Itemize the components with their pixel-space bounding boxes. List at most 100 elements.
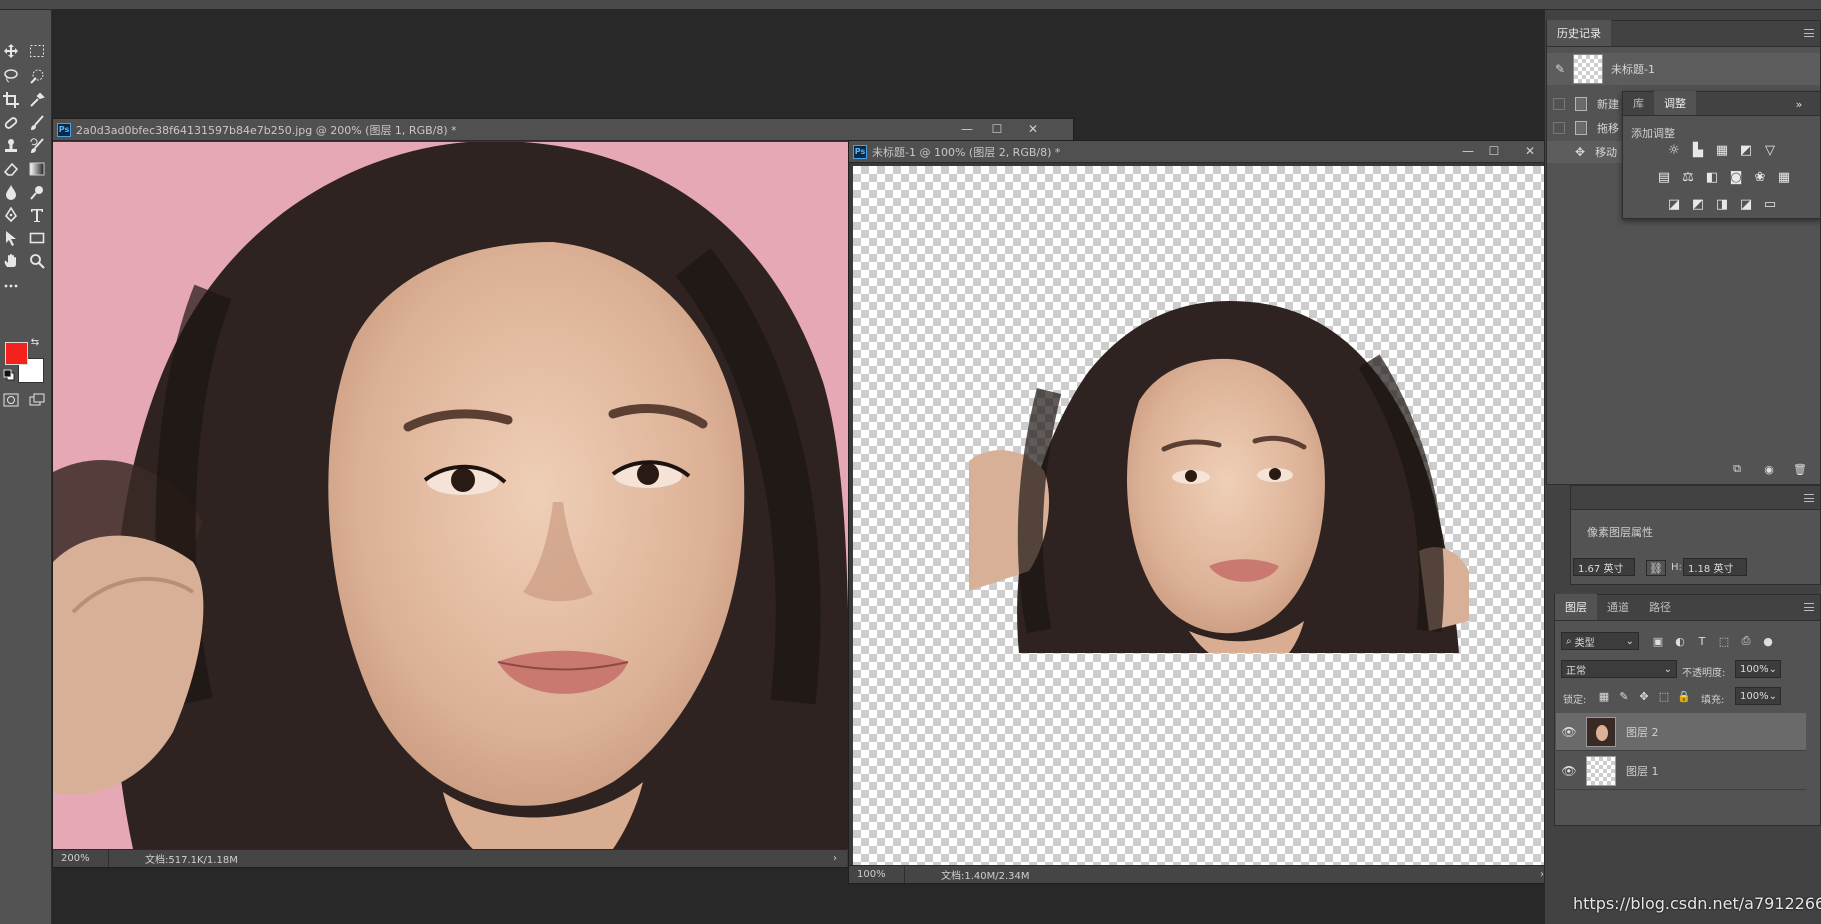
foreground-color-swatch[interactable] bbox=[5, 342, 28, 365]
hue-saturation-icon[interactable]: ▤ bbox=[1655, 169, 1673, 185]
link-dimensions-icon[interactable]: ⛓ bbox=[1646, 560, 1666, 576]
history-snapshot[interactable]: ✎ 未标题-1 bbox=[1547, 53, 1820, 85]
canvas-original-photo[interactable] bbox=[53, 142, 849, 849]
fill-field[interactable]: 100% ⌄ bbox=[1735, 687, 1781, 705]
levels-icon[interactable]: ▙ bbox=[1689, 142, 1707, 158]
clone-stamp-tool-icon[interactable] bbox=[0, 136, 22, 156]
history-panel-menu-icon[interactable] bbox=[1804, 29, 1814, 37]
lock-artboard-icon[interactable]: ⬚ bbox=[1657, 689, 1671, 703]
tab-layers[interactable]: 图层 bbox=[1555, 594, 1597, 620]
visibility-eye-icon[interactable]: 👁 bbox=[1556, 725, 1582, 739]
threshold-icon[interactable]: ◨ bbox=[1713, 196, 1731, 212]
healing-brush-tool-icon[interactable] bbox=[0, 113, 22, 133]
new-document-from-state-icon[interactable]: ⧉ bbox=[1730, 462, 1744, 476]
layer-row-selected[interactable]: 👁 图层 2 bbox=[1556, 713, 1806, 751]
brightness-icon[interactable]: ☼ bbox=[1665, 142, 1683, 158]
zoom-tool-icon[interactable] bbox=[26, 251, 48, 271]
blur-tool-icon[interactable] bbox=[0, 182, 22, 202]
document-icon bbox=[1575, 97, 1587, 111]
lock-image-pixels-icon[interactable]: ✎ bbox=[1617, 689, 1631, 703]
channel-mixer-icon[interactable]: ❀ bbox=[1751, 169, 1769, 185]
document-title-bar[interactable]: Ps 未标题-1 @ 100% (图层 2, RGB/8) * bbox=[849, 141, 1554, 163]
maximize-button[interactable]: ☐ bbox=[983, 121, 1011, 137]
quick-selection-tool-icon[interactable] bbox=[26, 66, 48, 86]
invert-icon[interactable]: ◪ bbox=[1665, 196, 1683, 212]
minimize-button[interactable]: — bbox=[1454, 143, 1482, 159]
brush-tool-icon[interactable] bbox=[26, 113, 48, 133]
blend-mode-select[interactable]: 正常 ⌄ bbox=[1561, 660, 1677, 678]
properties-panel: 像素图层属性 1.67 英寸 ⛓ H: 1.18 英寸 bbox=[1570, 485, 1821, 585]
close-button[interactable]: ✕ bbox=[1019, 121, 1047, 137]
tab-paths[interactable]: 路径 bbox=[1639, 594, 1681, 620]
minimize-button[interactable]: — bbox=[953, 121, 981, 137]
lock-position-icon[interactable]: ✥ bbox=[1637, 689, 1651, 703]
properties-title: 像素图层属性 bbox=[1587, 526, 1653, 539]
pen-tool-icon[interactable] bbox=[0, 205, 22, 225]
color-balance-icon[interactable]: ⚖ bbox=[1679, 169, 1697, 185]
vibrance-icon[interactable]: ▽ bbox=[1761, 142, 1779, 158]
hand-tool-icon[interactable] bbox=[0, 251, 22, 271]
gradient-tool-icon[interactable] bbox=[26, 159, 48, 179]
history-brush-tool-icon[interactable] bbox=[26, 136, 48, 156]
shape-filter-icon[interactable]: ⬚ bbox=[1717, 634, 1731, 648]
height-field[interactable]: 1.18 英寸 bbox=[1683, 558, 1747, 576]
type-filter-icon[interactable]: T bbox=[1695, 634, 1709, 648]
screen-mode-icon[interactable] bbox=[26, 390, 48, 410]
tab-libraries[interactable]: 库 bbox=[1623, 91, 1654, 115]
visibility-eye-icon[interactable]: 👁 bbox=[1556, 764, 1582, 778]
adjustment-filter-icon[interactable]: ◐ bbox=[1673, 634, 1687, 648]
zoom-level[interactable]: 200% bbox=[53, 850, 109, 867]
smart-object-filter-icon[interactable]: ⎙ bbox=[1739, 634, 1753, 648]
selective-color-icon[interactable]: ◪ bbox=[1737, 196, 1755, 212]
delete-icon[interactable]: 🗑 bbox=[1793, 462, 1807, 476]
history-brush-source-icon[interactable]: ✎ bbox=[1547, 62, 1573, 76]
tab-history[interactable]: 历史记录 bbox=[1547, 20, 1611, 46]
lock-all-icon[interactable]: 🔒 bbox=[1677, 689, 1691, 703]
color-lookup-icon[interactable]: ▦ bbox=[1775, 169, 1793, 185]
path-selection-tool-icon[interactable] bbox=[0, 228, 22, 248]
tab-channels[interactable]: 通道 bbox=[1597, 594, 1639, 620]
lasso-tool-icon[interactable] bbox=[0, 66, 22, 86]
close-button[interactable]: ✕ bbox=[1516, 143, 1544, 159]
layers-panel-menu-icon[interactable] bbox=[1804, 603, 1814, 611]
history-checkbox[interactable] bbox=[1553, 122, 1565, 134]
history-checkbox[interactable] bbox=[1553, 98, 1565, 110]
crop-tool-icon[interactable] bbox=[0, 90, 22, 110]
lock-transparent-pixels-icon[interactable]: ▦ bbox=[1597, 689, 1611, 703]
collapse-panel-icon[interactable]: » bbox=[1792, 97, 1806, 111]
eyedropper-tool-icon[interactable] bbox=[26, 90, 48, 110]
rectangle-tool-icon[interactable] bbox=[26, 228, 48, 248]
tab-adjustments[interactable]: 调整 bbox=[1654, 91, 1696, 115]
width-field[interactable]: 1.67 英寸 bbox=[1573, 558, 1635, 576]
type-tool-icon[interactable] bbox=[26, 205, 48, 225]
photo-filter-icon[interactable]: ◙ bbox=[1727, 169, 1745, 185]
curves-icon[interactable]: ▦ bbox=[1713, 142, 1731, 158]
exposure-icon[interactable]: ◩ bbox=[1737, 142, 1755, 158]
opacity-field[interactable]: 100% ⌄ bbox=[1735, 660, 1781, 678]
move-tool-icon[interactable] bbox=[0, 41, 22, 61]
layer-filter-select[interactable]: ⌕ 类型 ⌄ bbox=[1561, 632, 1639, 650]
default-colors-icon[interactable] bbox=[2, 368, 16, 382]
status-bar: 100% 文档:1.40M/2.34M › bbox=[849, 865, 1554, 883]
canvas-transparent[interactable] bbox=[853, 166, 1553, 866]
snapshot-camera-icon[interactable]: ◉ bbox=[1762, 462, 1776, 476]
gradient-map-icon[interactable]: ▭ bbox=[1761, 196, 1779, 212]
marquee-tool-icon[interactable] bbox=[26, 41, 48, 61]
swap-colors-icon[interactable]: ⇆ bbox=[28, 336, 42, 350]
more-tools-icon[interactable] bbox=[0, 276, 22, 296]
black-white-icon[interactable]: ◧ bbox=[1703, 169, 1721, 185]
layer-row[interactable]: 👁 图层 1 bbox=[1556, 752, 1806, 790]
pixel-filter-icon[interactable]: ▣ bbox=[1651, 634, 1665, 648]
document-title-bar[interactable]: Ps 2a0d3ad0bfec38f64131597b84e7b250.jpg … bbox=[53, 119, 1073, 141]
posterize-icon[interactable]: ◩ bbox=[1689, 196, 1707, 212]
photoshop-doc-icon: Ps bbox=[853, 144, 867, 159]
properties-menu-icon[interactable] bbox=[1804, 494, 1814, 502]
quick-mask-icon[interactable] bbox=[0, 390, 22, 410]
zoom-level[interactable]: 100% bbox=[849, 866, 905, 883]
history-checkbox[interactable] bbox=[1553, 146, 1565, 158]
status-menu-arrow-icon[interactable]: › bbox=[833, 853, 847, 864]
dodge-tool-icon[interactable] bbox=[26, 182, 48, 202]
eraser-tool-icon[interactable] bbox=[0, 159, 22, 179]
filter-toggle-icon[interactable]: ● bbox=[1761, 634, 1775, 648]
maximize-button[interactable]: ☐ bbox=[1480, 143, 1508, 159]
